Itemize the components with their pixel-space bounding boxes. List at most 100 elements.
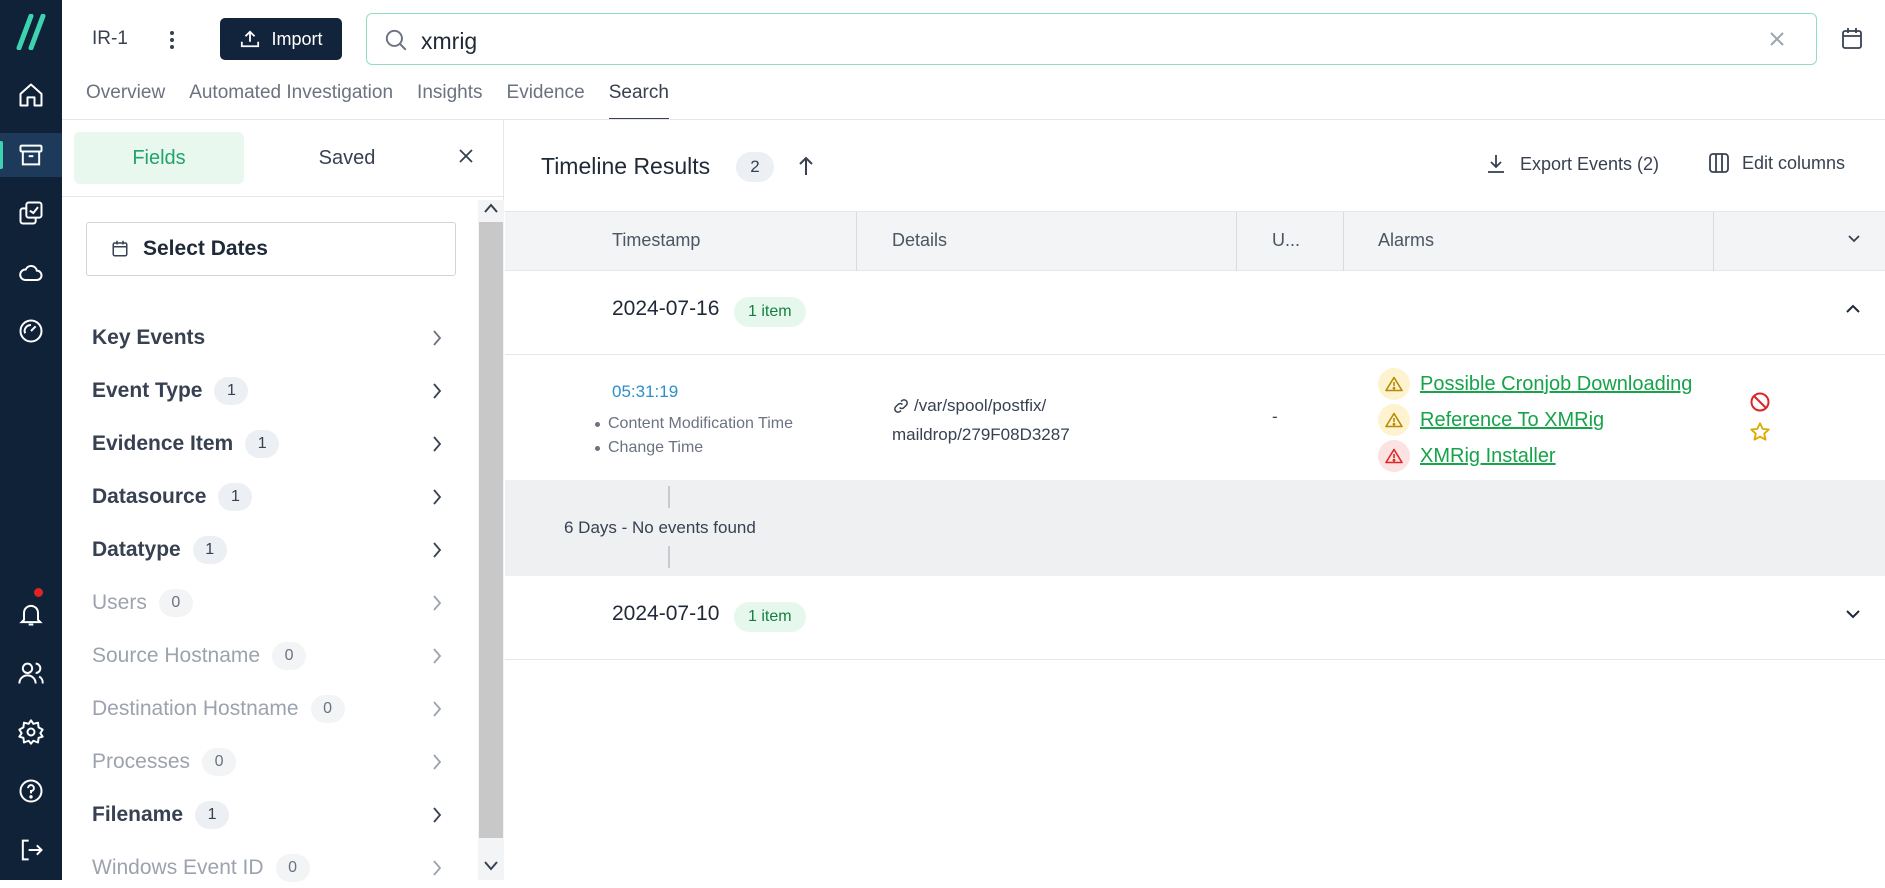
field-name: Users — [92, 591, 147, 614]
tab-automated-investigation[interactable]: Automated Investigation — [189, 80, 393, 120]
search-icon — [383, 27, 409, 53]
help-icon[interactable] — [0, 769, 62, 813]
case-tabs: Overview Automated Investigation Insight… — [86, 80, 693, 120]
star-icon[interactable] — [1749, 421, 1771, 443]
export-events-button[interactable]: Export Events (2) — [1484, 152, 1659, 176]
alarm-item[interactable]: Reference To XMRig — [1378, 403, 1604, 437]
field-users[interactable]: Users 0 — [92, 583, 442, 623]
alarm-item[interactable]: XMRig Installer — [1378, 439, 1556, 473]
chevron-down-icon[interactable] — [1845, 609, 1861, 619]
block-icon[interactable] — [1749, 391, 1771, 413]
col-user[interactable]: U... — [1272, 230, 1300, 251]
list-item: Change Time — [595, 436, 793, 460]
field-count-badge: 0 — [158, 589, 193, 617]
alarm-item[interactable]: Possible Cronjob Downloading — [1378, 367, 1692, 401]
col-details[interactable]: Details — [892, 230, 947, 251]
gauge-icon[interactable] — [0, 309, 62, 353]
logout-icon[interactable] — [0, 828, 62, 872]
calendar-icon — [111, 239, 129, 259]
cases-icon[interactable] — [0, 133, 62, 177]
scroll-up-arrow-icon[interactable] — [483, 202, 499, 214]
select-dates-button[interactable]: Select Dates — [86, 222, 456, 276]
export-events-label: Export Events (2) — [1520, 153, 1660, 174]
fields-scrollbar-thumb[interactable] — [479, 222, 503, 838]
nav-rail — [0, 0, 62, 880]
users-icon[interactable] — [0, 651, 62, 695]
field-count-badge: 0 — [272, 642, 307, 670]
field-name: Evidence Item — [92, 432, 234, 455]
download-icon — [1484, 152, 1508, 176]
event-path[interactable]: /var/spool/postfix/ maildrop/279F08D3287 — [892, 391, 1070, 449]
field-datatype[interactable]: Datatype 1 — [92, 530, 442, 570]
field-processes[interactable]: Processes 0 — [92, 742, 442, 782]
bell-icon[interactable] — [0, 592, 62, 636]
tab-insights[interactable]: Insights — [417, 80, 482, 120]
table-header: Timestamp Details U... Alarms — [505, 211, 1885, 272]
field-count-badge: 0 — [310, 695, 345, 723]
tab-search[interactable]: Search — [608, 80, 669, 120]
critical-alert-icon — [1378, 440, 1410, 472]
table-row[interactable]: 05:31:19 Content Modification Time Chang… — [505, 355, 1885, 480]
chevron-up-icon[interactable] — [1845, 304, 1861, 314]
more-options-icon[interactable] — [160, 26, 184, 54]
notification-dot — [34, 588, 43, 597]
column-resize-handle[interactable] — [1343, 212, 1344, 272]
close-panel-icon[interactable] — [458, 148, 474, 164]
copy-icon[interactable] — [0, 191, 62, 235]
field-key-events[interactable]: Key Events — [92, 318, 442, 358]
column-resize-handle[interactable] — [1713, 212, 1714, 272]
column-resize-handle[interactable] — [1236, 212, 1237, 272]
group-date: 2024-07-10 — [612, 602, 720, 625]
date-group-row[interactable]: 2024-07-16 1 item — [505, 271, 1885, 355]
alarm-link[interactable]: XMRig Installer — [1420, 445, 1556, 468]
search-query[interactable]: xmrig — [421, 28, 477, 55]
gap-text: 6 Days - No events found — [564, 518, 756, 537]
field-count-badge: 1 — [245, 430, 280, 458]
chevron-down-icon[interactable] — [1847, 234, 1861, 244]
tab-overview[interactable]: Overview — [86, 80, 165, 120]
field-datasource[interactable]: Datasource 1 — [92, 477, 442, 517]
field-name: Event Type — [92, 379, 203, 402]
chevron-right-icon — [432, 859, 442, 877]
field-evidence-item[interactable]: Evidence Item 1 — [92, 424, 442, 464]
col-timestamp[interactable]: Timestamp — [612, 230, 700, 251]
fields-tab[interactable]: Fields — [74, 132, 244, 184]
search-input[interactable]: xmrig — [366, 13, 1817, 65]
edit-columns-button[interactable]: Edit columns — [1708, 152, 1845, 174]
alarm-link[interactable]: Reference To XMRig — [1420, 409, 1604, 432]
app-logo-icon[interactable] — [15, 14, 47, 50]
link-icon — [892, 397, 910, 415]
group-date: 2024-07-16 — [612, 297, 720, 320]
scroll-down-arrow-icon[interactable] — [483, 860, 499, 872]
cloud-icon[interactable] — [0, 251, 62, 295]
list-item: Content Modification Time — [595, 412, 793, 436]
column-resize-handle[interactable] — [856, 212, 857, 272]
upload-icon — [239, 29, 261, 49]
date-group-row[interactable]: 2024-07-10 1 item — [505, 576, 1885, 660]
home-icon[interactable] — [0, 73, 62, 117]
chevron-right-icon — [432, 329, 442, 347]
import-button[interactable]: Import — [220, 18, 342, 60]
field-filename[interactable]: Filename 1 — [92, 795, 442, 835]
results-title: Timeline Results — [541, 153, 711, 179]
chevron-right-icon — [432, 700, 442, 718]
chevron-right-icon — [432, 541, 442, 559]
sort-ascending-icon[interactable] — [797, 155, 815, 177]
event-time[interactable]: 05:31:19 — [612, 382, 678, 402]
group-item-count-badge: 1 item — [734, 602, 806, 632]
fields-panel: Fields Saved Select Dates Key Events Eve… — [62, 120, 504, 882]
clear-search-icon[interactable] — [1768, 30, 1786, 48]
field-name: Datasource — [92, 485, 207, 508]
field-destination-hostname[interactable]: Destination Hostname 0 — [92, 689, 442, 729]
calendar-icon[interactable] — [1840, 26, 1864, 52]
saved-tab[interactable]: Saved — [262, 132, 432, 184]
field-event-type[interactable]: Event Type 1 — [92, 371, 442, 411]
col-alarms[interactable]: Alarms — [1378, 230, 1434, 251]
tab-evidence[interactable]: Evidence — [507, 80, 585, 120]
path-line-1: /var/spool/postfix/ — [914, 396, 1047, 415]
settings-gear-icon[interactable] — [0, 710, 62, 754]
results-count-badge: 2 — [736, 152, 774, 182]
alarm-link[interactable]: Possible Cronjob Downloading — [1420, 373, 1692, 396]
field-windows-event-id[interactable]: Windows Event ID 0 — [92, 848, 442, 888]
field-source-hostname[interactable]: Source Hostname 0 — [92, 636, 442, 676]
